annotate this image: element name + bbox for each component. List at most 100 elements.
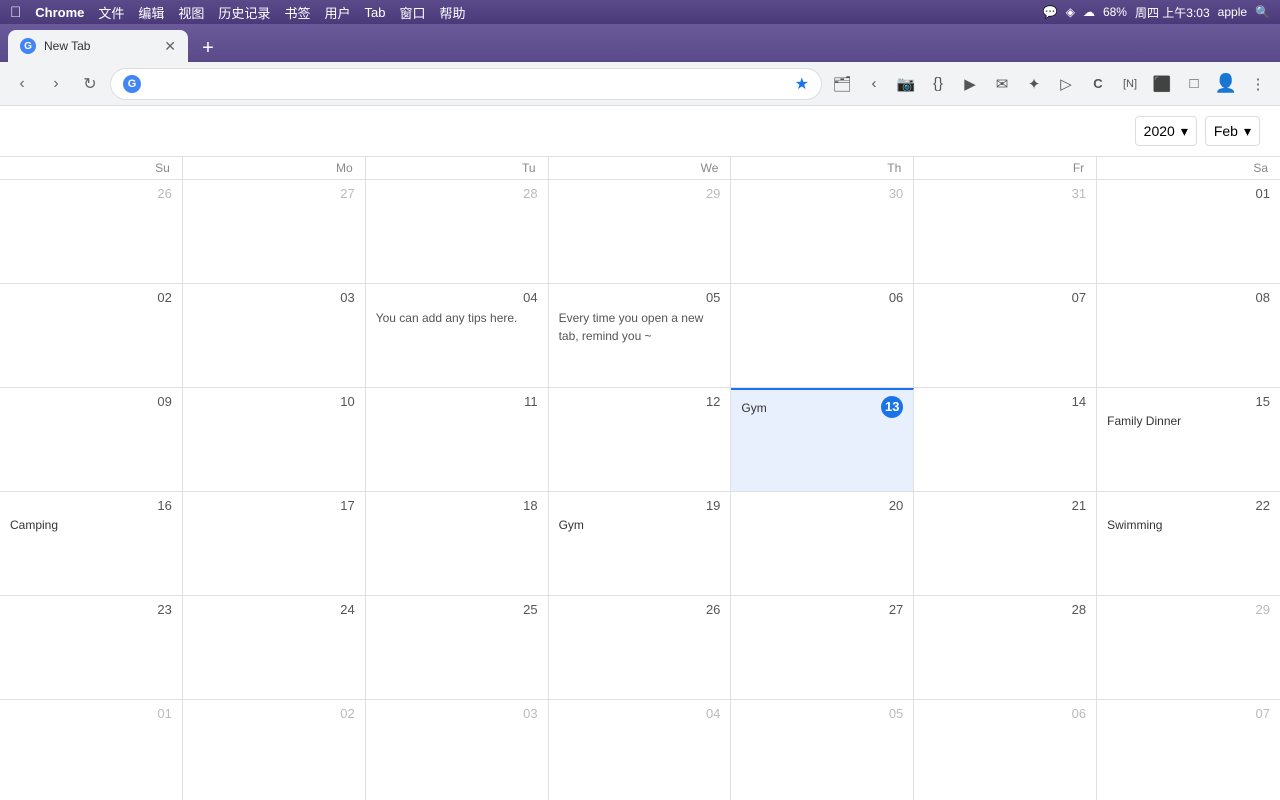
calendar-cell-3-4[interactable]: 20 — [731, 492, 914, 595]
cell-date-2-5: 14 — [924, 394, 1086, 409]
user-avatar[interactable]: 👤 — [1212, 70, 1240, 98]
calendar-cell-3-6[interactable]: 22Swimming — [1097, 492, 1280, 595]
calendar-cell-4-2[interactable]: 25 — [366, 596, 549, 699]
back-button[interactable]: ‹ — [8, 70, 36, 98]
calendar-cell-3-0[interactable]: 16Camping — [0, 492, 183, 595]
calendar-cell-0-6[interactable]: 01 — [1097, 180, 1280, 283]
cell-date-1-5: 07 — [924, 290, 1086, 305]
cell-date-4-1: 24 — [193, 602, 355, 617]
calendar-cell-2-1[interactable]: 10 — [183, 388, 366, 491]
user-menu-item[interactable]: 用户 — [324, 3, 350, 22]
calendar-cell-4-4[interactable]: 27 — [731, 596, 914, 699]
cell-date-5-1: 02 — [193, 706, 355, 721]
cell-date-5-2: 03 — [376, 706, 538, 721]
cell-date-0-6: 01 — [1107, 186, 1270, 201]
year-select[interactable]: 2020 ▾ — [1135, 116, 1197, 146]
calendar-cell-0-3[interactable]: 29 — [549, 180, 732, 283]
calendar-cell-4-0[interactable]: 23 — [0, 596, 183, 699]
calendar-header: 2020 ▾ Feb ▾ — [0, 106, 1280, 156]
extension-icon-4[interactable]: {} — [924, 70, 952, 98]
extension-icon-3[interactable]: 📷 — [892, 70, 920, 98]
calendar-cell-3-2[interactable]: 18 — [366, 492, 549, 595]
month-select[interactable]: Feb ▾ — [1205, 116, 1260, 146]
calendar-cell-0-1[interactable]: 27 — [183, 180, 366, 283]
calendar-cell-5-4[interactable]: 05 — [731, 700, 914, 800]
extension-icon-7[interactable]: ✦ — [1020, 70, 1048, 98]
calendar-cell-2-0[interactable]: 09 — [0, 388, 183, 491]
calendar-cell-3-5[interactable]: 21 — [914, 492, 1097, 595]
event-label[interactable]: Gym — [741, 400, 903, 416]
calendar-cell-1-5[interactable]: 07 — [914, 284, 1097, 387]
tab-menu-item[interactable]: Tab — [364, 5, 385, 20]
tab-close-button[interactable]: ✕ — [164, 38, 176, 55]
extension-icon-2[interactable]: ‹ — [860, 70, 888, 98]
chrome-menu-item[interactable]: Chrome — [35, 5, 84, 20]
calendar-cell-5-5[interactable]: 06 — [914, 700, 1097, 800]
extension-icon-white[interactable]: □ — [1180, 70, 1208, 98]
active-tab[interactable]: G New Tab ✕ — [8, 30, 188, 62]
calendar-cell-2-4[interactable]: 13Gym — [731, 388, 914, 491]
address-bar[interactable]: G ★ — [110, 68, 822, 100]
extension-icon-8[interactable]: ▷ — [1052, 70, 1080, 98]
event-label[interactable]: Family Dinner — [1107, 413, 1270, 429]
forward-button[interactable]: › — [42, 70, 70, 98]
calendar-cell-2-3[interactable]: 12 — [549, 388, 732, 491]
cell-date-5-4: 05 — [741, 706, 903, 721]
edit-menu-item[interactable]: 编辑 — [138, 3, 164, 22]
bookmark-icon[interactable]: ★ — [795, 74, 809, 94]
extension-icon-5[interactable]: ▶ — [956, 70, 984, 98]
calendar-cell-2-5[interactable]: 14 — [914, 388, 1097, 491]
calendar-cell-1-3[interactable]: 05Every time you open a new tab, remind … — [549, 284, 732, 387]
file-menu-item[interactable]: 文件 — [98, 3, 124, 22]
apple-menu[interactable]:  — [10, 4, 21, 21]
chrome-menu-button[interactable]: ⋮ — [1244, 70, 1272, 98]
history-menu-item[interactable]: 历史记录 — [218, 3, 270, 22]
view-menu-item[interactable]: 视图 — [178, 3, 204, 22]
calendar-cell-5-1[interactable]: 02 — [183, 700, 366, 800]
event-label[interactable]: Swimming — [1107, 517, 1270, 533]
calendar-cell-5-0[interactable]: 01 — [0, 700, 183, 800]
event-label[interactable]: Gym — [559, 517, 721, 533]
help-menu-item[interactable]: 帮助 — [439, 3, 465, 22]
calendar-cell-5-6[interactable]: 07 — [1097, 700, 1280, 800]
calendar-cell-5-2[interactable]: 03 — [366, 700, 549, 800]
event-label[interactable]: Camping — [10, 517, 172, 533]
extension-icon-9[interactable]: [N] — [1116, 70, 1144, 98]
calendar-cell-4-5[interactable]: 28 — [914, 596, 1097, 699]
calendar-cell-5-3[interactable]: 04 — [549, 700, 732, 800]
calendar-cell-1-2[interactable]: 04You can add any tips here. — [366, 284, 549, 387]
window-menu-item[interactable]: 窗口 — [399, 3, 425, 22]
calendar-cell-1-0[interactable]: 02 — [0, 284, 183, 387]
extension-icon-10[interactable]: ⬛ — [1148, 70, 1176, 98]
navbar: ‹ › ↻ G ★ 🗂 ‹ 📷 {} ▶ ✉ ✦ ▷ C [N] ⬛ □ 👤 ⋮ — [0, 62, 1280, 106]
search-icon[interactable]: 🔍 — [1255, 5, 1270, 19]
new-tab-button[interactable]: + — [194, 34, 222, 62]
calendar-cell-4-3[interactable]: 26 — [549, 596, 732, 699]
day-header-tu: Tu — [366, 157, 549, 179]
calendar-cell-1-6[interactable]: 08 — [1097, 284, 1280, 387]
calendar-cell-4-1[interactable]: 24 — [183, 596, 366, 699]
datetime: 周四 上午3:03 — [1135, 4, 1210, 21]
calendar-cell-0-5[interactable]: 31 — [914, 180, 1097, 283]
bookmarks-menu-item[interactable]: 书签 — [284, 3, 310, 22]
calendar-cell-1-1[interactable]: 03 — [183, 284, 366, 387]
reload-button[interactable]: ↻ — [76, 70, 104, 98]
extension-icon-1[interactable]: 🗂 — [828, 70, 856, 98]
extension-icon-6[interactable]: ✉ — [988, 70, 1016, 98]
calendar-cell-2-6[interactable]: 15Family Dinner — [1097, 388, 1280, 491]
calendar-cell-0-0[interactable]: 26 — [0, 180, 183, 283]
google-favicon: G — [123, 75, 141, 93]
calendar-cell-0-2[interactable]: 28 — [366, 180, 549, 283]
calendar-cell-3-1[interactable]: 17 — [183, 492, 366, 595]
calendar-cell-1-4[interactable]: 06 — [731, 284, 914, 387]
calendar-cell-4-6[interactable]: 29 — [1097, 596, 1280, 699]
cell-date-5-6: 07 — [1107, 706, 1270, 721]
tip-text: You can add any tips here. — [376, 309, 538, 327]
calendar-week-3: 16Camping171819Gym202122Swimming — [0, 491, 1280, 595]
extension-icon-c[interactable]: C — [1084, 70, 1112, 98]
calendar-cell-2-2[interactable]: 11 — [366, 388, 549, 491]
cell-date-1-3: 05 — [559, 290, 721, 305]
calendar-cell-3-3[interactable]: 19Gym — [549, 492, 732, 595]
address-input[interactable] — [149, 76, 787, 92]
calendar-cell-0-4[interactable]: 30 — [731, 180, 914, 283]
